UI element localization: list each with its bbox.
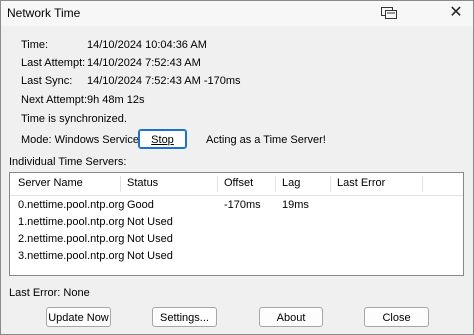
server-name-cell: 2.nettime.pool.ntp.org xyxy=(18,233,125,245)
table-row[interactable]: 3.nettime.pool.ntp.org Not Used xyxy=(10,248,463,265)
list-header: Server Name Status Offset Lag Last Error xyxy=(10,173,463,196)
lag-cell: 19ms xyxy=(282,199,309,211)
settings-button[interactable]: Settings... xyxy=(152,307,217,327)
time-value: 14/10/2024 10:04:36 AM xyxy=(87,39,207,51)
update-now-button[interactable]: Update Now xyxy=(46,307,111,327)
settings-label: Settings... xyxy=(160,312,209,324)
server-name-cell: 1.nettime.pool.ntp.org xyxy=(18,216,125,228)
mode-text: Mode: Windows Service xyxy=(21,134,139,146)
column-header-status[interactable]: Status xyxy=(127,177,158,189)
last-sync-value: 14/10/2024 7:52:43 AM -170ms xyxy=(87,75,241,87)
status-cell: Good xyxy=(127,199,154,211)
update-now-label: Update Now xyxy=(48,312,109,324)
stop-button-label: Stop xyxy=(151,134,174,146)
servers-section-label: Individual Time Servers: xyxy=(9,156,127,168)
column-header-last-error[interactable]: Last Error xyxy=(337,177,385,189)
about-label: About xyxy=(276,312,306,324)
stop-button[interactable]: Stop xyxy=(138,129,187,149)
column-header-offset[interactable]: Offset xyxy=(224,177,253,189)
next-attempt-label: Next Attempt: xyxy=(21,94,88,106)
column-divider[interactable] xyxy=(422,176,423,192)
offset-cell: -170ms xyxy=(224,199,261,211)
column-header-lag[interactable]: Lag xyxy=(282,177,300,189)
table-row[interactable]: 2.nettime.pool.ntp.org Not Used xyxy=(10,231,463,248)
close-button[interactable]: Close xyxy=(364,307,429,327)
tray-window-icon[interactable] xyxy=(381,7,397,19)
next-attempt-value: 9h 48m 12s xyxy=(87,94,145,106)
window-title: Network Time xyxy=(7,6,81,20)
time-label: Time: xyxy=(21,39,49,51)
table-row[interactable]: 1.nettime.pool.ntp.org Not Used xyxy=(10,214,463,231)
column-header-server-name[interactable]: Server Name xyxy=(18,177,83,189)
status-cell: Not Used xyxy=(127,250,173,262)
column-divider[interactable] xyxy=(217,176,218,192)
status-cell: Not Used xyxy=(127,233,173,245)
server-name-cell: 0.nettime.pool.ntp.org xyxy=(18,199,125,211)
close-icon[interactable]: ✕ xyxy=(441,2,471,24)
time-server-note: Acting as a Time Server! xyxy=(206,134,326,146)
servers-list[interactable]: Server Name Status Offset Lag Last Error… xyxy=(9,172,464,276)
sync-status-message: Time is synchronized. xyxy=(21,113,127,125)
column-divider[interactable] xyxy=(275,176,276,192)
network-time-window: Network Time ✕ Time: 14/10/2024 10:04:36… xyxy=(0,0,474,335)
column-divider[interactable] xyxy=(330,176,331,192)
last-error-text: Last Error: None xyxy=(9,287,90,299)
server-name-cell: 3.nettime.pool.ntp.org xyxy=(18,250,125,262)
column-divider[interactable] xyxy=(120,176,121,192)
status-cell: Not Used xyxy=(127,216,173,228)
title-bar: Network Time ✕ xyxy=(1,1,473,26)
close-label: Close xyxy=(382,312,411,324)
last-attempt-value: 14/10/2024 7:52:43 AM xyxy=(87,57,201,69)
table-row[interactable]: 0.nettime.pool.ntp.org Good -170ms 19ms xyxy=(10,197,463,214)
about-button[interactable]: About xyxy=(259,307,323,327)
last-attempt-label: Last Attempt: xyxy=(21,57,86,69)
last-sync-label: Last Sync: xyxy=(21,75,73,87)
